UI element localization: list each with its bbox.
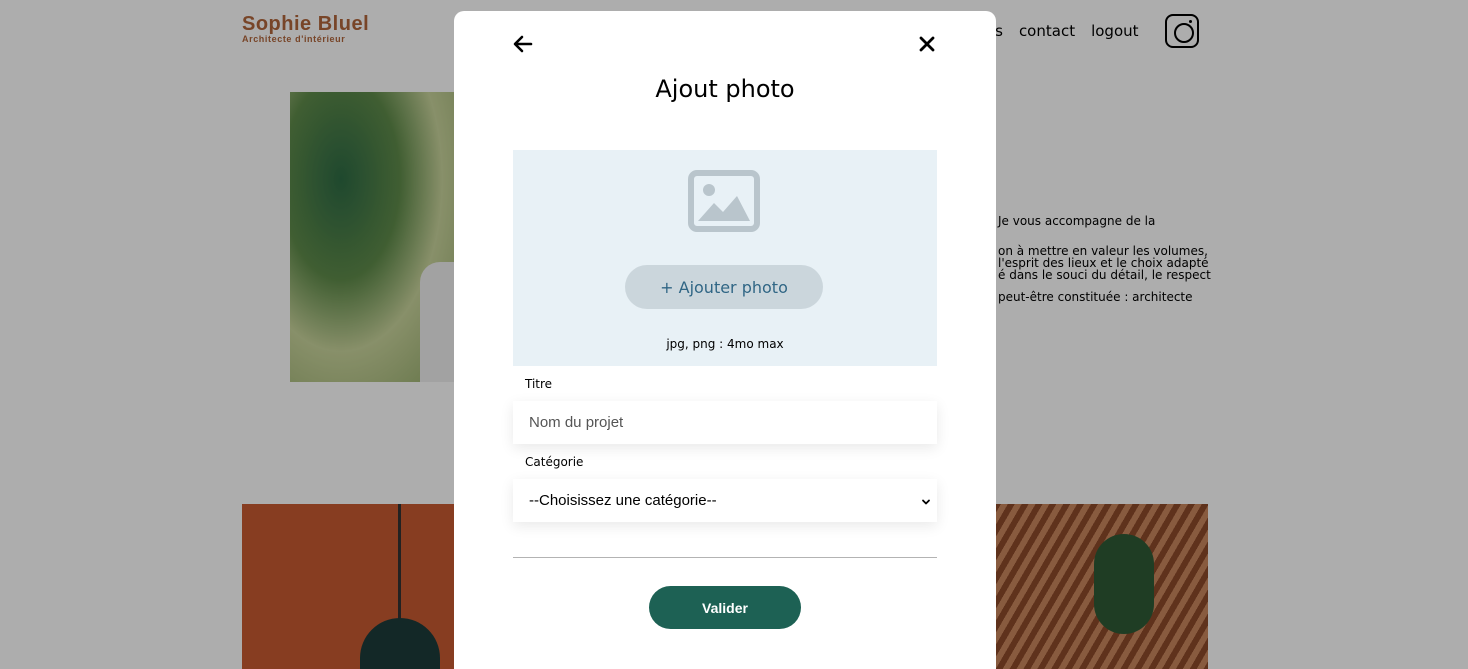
submit-button[interactable]: Valider	[649, 586, 801, 629]
close-icon[interactable]	[916, 33, 938, 55]
chevron-down-icon	[921, 494, 931, 505]
category-label: Catégorie	[525, 455, 584, 469]
image-icon	[688, 170, 760, 232]
category-select[interactable]: --Choisissez une catégorie--	[513, 479, 937, 522]
title-label: Titre	[525, 377, 553, 391]
title-input[interactable]	[513, 401, 937, 444]
category-select-value: --Choisissez une catégorie--	[529, 492, 717, 509]
modal-title: Ajout photo	[655, 75, 795, 103]
add-photo-modal: Ajout photo + Ajouter photo jpg, png : 4…	[454, 11, 996, 669]
divider	[513, 557, 937, 558]
photo-upload-zone[interactable]: + Ajouter photo jpg, png : 4mo max	[513, 150, 937, 366]
add-photo-button[interactable]: + Ajouter photo	[625, 265, 823, 309]
arrow-left-icon[interactable]	[512, 33, 534, 55]
upload-hint: jpg, png : 4mo max	[666, 337, 784, 351]
